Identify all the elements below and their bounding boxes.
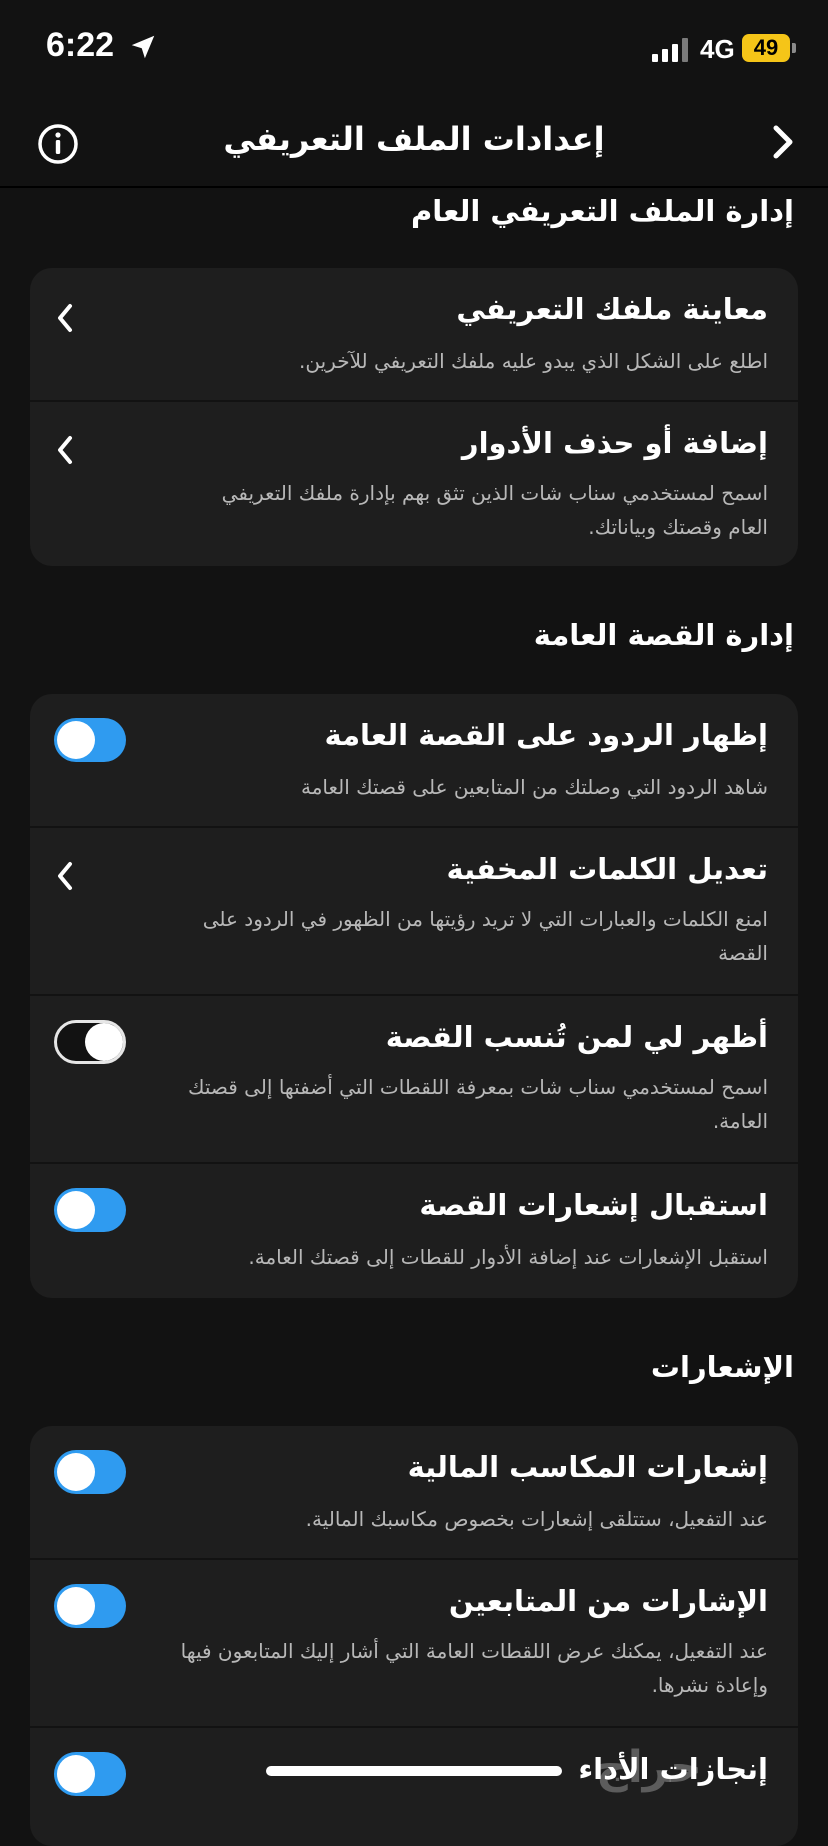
- home-indicator[interactable]: [266, 1766, 562, 1776]
- section-title-story: إدارة القصة العامة: [533, 618, 794, 652]
- card-story: إظهار الردود على القصة العامة شاهد الردو…: [30, 694, 798, 1298]
- toggle-story-attribution[interactable]: [54, 1020, 126, 1064]
- signal-bars-icon: [652, 38, 688, 62]
- watermark-logo: حراج: [596, 1742, 702, 1793]
- row-title: تعديل الكلمات المخفية: [446, 852, 768, 886]
- location-arrow-icon: [131, 35, 155, 59]
- row-title: إشعارات المكاسب المالية: [407, 1450, 768, 1484]
- toggle-knob: [57, 721, 95, 759]
- row-follower-mentions: الإشارات من المتابعين عند التفعيل، يمكنك…: [30, 1560, 798, 1728]
- toggle-knob: [57, 1755, 95, 1793]
- chevron-left-icon: [58, 862, 72, 890]
- status-bar: 6:22 4G 49: [0, 0, 828, 100]
- page-title: إعدادات الملف التعريفي: [223, 120, 605, 158]
- back-chevron-icon[interactable]: [768, 120, 798, 164]
- section-title-profile: إدارة الملف التعريفي العام: [410, 194, 794, 228]
- toggle-show-replies[interactable]: [54, 718, 126, 762]
- info-icon[interactable]: [36, 122, 80, 166]
- row-description: اسمح لمستخدمي سناب شات الذين تثق بهم بإد…: [221, 481, 768, 539]
- network-type: 4G: [700, 34, 735, 64]
- row-description: اطلع على الشكل الذي يبدو عليه ملفك التعر…: [299, 349, 768, 373]
- header-bar: إعدادات الملف التعريفي: [0, 100, 828, 188]
- row-roles[interactable]: إضافة أو حذف الأدوار اسمح لمستخدمي سناب …: [30, 402, 798, 566]
- row-title: معاينة ملفك التعريفي: [456, 292, 768, 326]
- row-title: إظهار الردود على القصة العامة: [324, 718, 768, 752]
- toggle-follower-mentions[interactable]: [54, 1584, 126, 1628]
- toggle-knob: [57, 1587, 95, 1625]
- chevron-left-icon: [58, 436, 72, 464]
- card-profile: معاينة ملفك التعريفي اطلع على الشكل الذي…: [30, 268, 798, 566]
- status-time: 6:22: [46, 26, 115, 64]
- row-preview-profile[interactable]: معاينة ملفك التعريفي اطلع على الشكل الذي…: [30, 268, 798, 402]
- row-description: امنع الكلمات والعبارات التي لا تريد رؤيت…: [202, 907, 768, 965]
- row-story-attribution: أظهر لي لمن تُنسب القصة اسمح لمستخدمي سن…: [30, 996, 798, 1164]
- chevron-left-icon: [58, 304, 72, 332]
- row-description: شاهد الردود التي وصلتك من المتابعين على …: [300, 775, 768, 799]
- section-title-notifications: الإشعارات: [650, 1350, 794, 1384]
- battery-icon: 49: [742, 34, 790, 62]
- row-show-replies: إظهار الردود على القصة العامة شاهد الردو…: [30, 694, 798, 828]
- toggle-story-notifications[interactable]: [54, 1188, 126, 1232]
- row-title: استقبال إشعارات القصة: [419, 1188, 768, 1222]
- row-story-notifications: استقبال إشعارات القصة استقبل الإشعارات ع…: [30, 1164, 798, 1298]
- row-title: إضافة أو حذف الأدوار: [461, 426, 768, 460]
- row-description: استقبل الإشعارات عند إضافة الأدوار للقطا…: [248, 1245, 768, 1269]
- toggle-knob: [57, 1453, 95, 1491]
- row-earnings-notifications: إشعارات المكاسب المالية عند التفعيل، ستت…: [30, 1426, 798, 1560]
- row-title: أظهر لي لمن تُنسب القصة: [385, 1020, 768, 1054]
- row-description: عند التفعيل، يمكنك عرض اللقطات العامة ال…: [180, 1639, 768, 1697]
- toggle-performance-achievements[interactable]: [54, 1752, 126, 1796]
- row-description: عند التفعيل، ستتلقى إشعارات بخصوص مكاسبك…: [305, 1507, 768, 1531]
- row-hidden-words[interactable]: تعديل الكلمات المخفية امنع الكلمات والعب…: [30, 828, 798, 996]
- toggle-knob: [57, 1191, 95, 1229]
- toggle-knob: [85, 1023, 123, 1061]
- row-description: اسمح لمستخدمي سناب شات بمعرفة اللقطات ال…: [187, 1075, 768, 1133]
- row-title: الإشارات من المتابعين: [448, 1584, 768, 1618]
- battery-tip: [792, 43, 796, 53]
- toggle-earnings-notifications[interactable]: [54, 1450, 126, 1494]
